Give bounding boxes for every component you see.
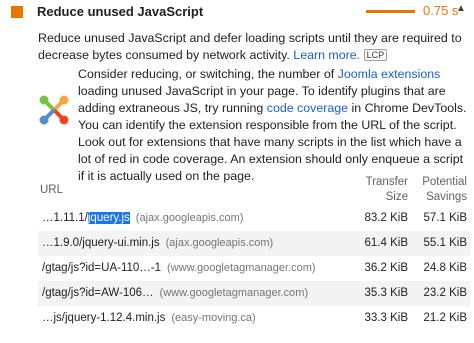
table-row: /gtag/js?id=UA-110…-1 (www.googletagmanag… bbox=[38, 256, 470, 281]
url-path: /gtag/js?id=AW-106… bbox=[42, 287, 154, 299]
url-highlight: jquery.js bbox=[87, 212, 130, 224]
lcp-badge: LCP bbox=[363, 49, 388, 61]
stack-pack: Consider reducing, or switching, the num… bbox=[38, 66, 474, 188]
url-cell[interactable]: /gtag/js?id=UA-110…-1 (www.googletagmanag… bbox=[42, 262, 316, 274]
transfer-size-cell: 35.3 KiB bbox=[364, 287, 408, 299]
url-path: /gtag/js?id=UA-110…-1 bbox=[42, 262, 162, 274]
transfer-header-line2: Size bbox=[385, 191, 408, 203]
stack-pack-text: Consider reducing, or switching, the num… bbox=[78, 66, 470, 185]
table-row: …js/jquery-1.12.4.min.js (easy-moving.ca)… bbox=[38, 306, 470, 331]
url-host: (ajax.googleapis.com) bbox=[165, 237, 274, 249]
chevron-up-icon[interactable]: ▲ bbox=[456, 3, 466, 14]
savings-cell: 21.2 KiB bbox=[423, 312, 467, 324]
savings-header-line2: Savings bbox=[426, 191, 467, 203]
stack-text-1: Consider reducing, or switching, the num… bbox=[78, 67, 335, 81]
url-host: (easy-moving.ca) bbox=[171, 312, 256, 324]
url-host: (www.googletagmanager.com) bbox=[167, 262, 316, 274]
score-value: 0.75 s bbox=[423, 3, 459, 18]
url-column-header: URL bbox=[40, 184, 64, 196]
savings-cell: 24.8 KiB bbox=[423, 262, 467, 274]
url-host: (www.googletagmanager.com) bbox=[159, 287, 309, 299]
table-row: /gtag/js?id=AW-106… (www.googletagmanager… bbox=[38, 281, 470, 306]
resource-table: URL Transfer Size Potential Savings …1.1… bbox=[38, 175, 470, 331]
audit-title: Reduce unused JavaScript bbox=[37, 4, 204, 19]
table-header: URL Transfer Size Potential Savings bbox=[38, 175, 470, 206]
table-row: …1.9.0/jquery-ui.min.js (ajax.googleapis.… bbox=[38, 231, 470, 256]
description-text: Reduce unused JavaScript and defer loadi… bbox=[38, 31, 462, 62]
audit-description: Reduce unused JavaScript and defer loadi… bbox=[38, 30, 468, 64]
audit-header[interactable]: Reduce unused JavaScript 0.75 s ▲ bbox=[0, 0, 474, 24]
transfer-size-cell: 36.2 KiB bbox=[364, 262, 408, 274]
url-host: (ajax.googleapis.com) bbox=[135, 212, 244, 224]
table-row: …1.11.1/jquery.js (ajax.googleapis.com) 8… bbox=[38, 206, 470, 231]
savings-header-line1: Potential bbox=[422, 176, 467, 188]
transfer-size-cell: 83.2 KiB bbox=[364, 212, 408, 224]
url-path: …1.9.0/jquery-ui.min.js bbox=[42, 237, 160, 249]
code-coverage-link[interactable]: code coverage bbox=[267, 101, 348, 115]
joomla-icon bbox=[39, 95, 69, 125]
savings-cell: 23.2 KiB bbox=[423, 287, 467, 299]
score-bar bbox=[366, 10, 415, 13]
joomla-extensions-link[interactable]: Joomla extensions bbox=[338, 67, 441, 81]
url-path: …1.11.1/ bbox=[42, 212, 88, 224]
url-cell[interactable]: /gtag/js?id=AW-106… (www.googletagmanager… bbox=[42, 287, 308, 299]
savings-cell: 57.1 KiB bbox=[423, 212, 467, 224]
warning-square-icon bbox=[11, 6, 23, 18]
transfer-header-line1: Transfer bbox=[365, 176, 408, 188]
url-path: …js/jquery-1.12.4.min.js bbox=[42, 312, 166, 324]
transfer-size-cell: 33.3 KiB bbox=[364, 312, 408, 324]
url-cell[interactable]: …1.11.1/jquery.js (ajax.googleapis.com) bbox=[42, 212, 243, 224]
transfer-size-column-header: Transfer Size bbox=[366, 175, 408, 205]
savings-cell: 55.1 KiB bbox=[423, 237, 467, 249]
url-cell[interactable]: …1.9.0/jquery-ui.min.js (ajax.googleapis.… bbox=[42, 237, 273, 249]
savings-column-header: Potential Savings bbox=[422, 175, 467, 205]
url-cell[interactable]: …js/jquery-1.12.4.min.js (easy-moving.ca) bbox=[42, 312, 256, 324]
transfer-size-cell: 61.4 KiB bbox=[364, 237, 408, 249]
learn-more-link[interactable]: Learn more. bbox=[293, 48, 360, 62]
